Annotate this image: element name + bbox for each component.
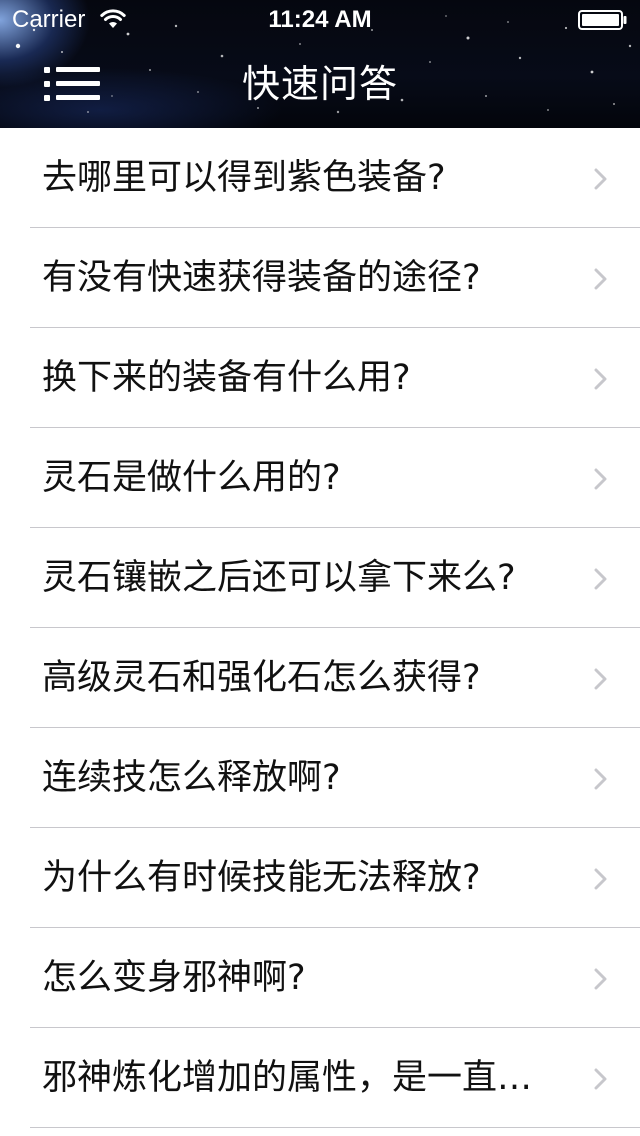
- chevron-right-icon: [594, 668, 607, 690]
- question-label: 高级灵石和强化石怎么获得?: [42, 658, 481, 698]
- question-label: 换下来的装备有什么用?: [42, 358, 411, 398]
- question-label: 为什么有时候技能无法释放?: [42, 858, 481, 898]
- header: Carrier 11:24 AM 快速问答: [0, 0, 640, 128]
- list-item[interactable]: 怎么变身邪神啊?: [0, 928, 640, 1028]
- chevron-right-icon: [594, 568, 607, 590]
- list-item[interactable]: 灵石是做什么用的?: [0, 428, 640, 528]
- page-title: 快速问答: [241, 62, 398, 106]
- quick-qa-screen: Carrier 11:24 AM 快速问答 去哪里可以得到紫色装备? 有没有快速…: [0, 0, 640, 1136]
- chevron-right-icon: [594, 968, 607, 990]
- question-label: 灵石是做什么用的?: [42, 458, 341, 498]
- list-item[interactable]: 换下来的装备有什么用?: [0, 328, 640, 428]
- chevron-right-icon: [594, 868, 607, 890]
- question-list: 去哪里可以得到紫色装备? 有没有快速获得装备的途径? 换下来的装备有什么用? 灵石是做…: [0, 128, 640, 1128]
- chevron-right-icon: [594, 268, 607, 290]
- question-label: 有没有快速获得装备的途径?: [42, 258, 481, 298]
- chevron-right-icon: [594, 368, 607, 390]
- chevron-right-icon: [594, 768, 607, 790]
- list-item[interactable]: 连续技怎么释放啊?: [0, 728, 640, 828]
- list-item[interactable]: 灵石镶嵌之后还可以拿下来么?: [0, 528, 640, 628]
- question-label: 去哪里可以得到紫色装备?: [42, 158, 446, 198]
- status-bar: Carrier 11:24 AM: [0, 0, 640, 40]
- chevron-right-icon: [594, 168, 607, 190]
- chevron-right-icon: [594, 1068, 607, 1090]
- battery-icon: [578, 10, 627, 30]
- list-item[interactable]: 为什么有时候技能无法释放?: [0, 828, 640, 928]
- list-item[interactable]: 邪神炼化增加的属性，是一直…: [0, 1028, 640, 1128]
- navigation-bar: 快速问答: [0, 40, 640, 128]
- chevron-right-icon: [594, 468, 607, 490]
- list-item[interactable]: 有没有快速获得装备的途径?: [0, 228, 640, 328]
- status-time: 11:24 AM: [268, 6, 372, 33]
- question-label: 怎么变身邪神啊?: [42, 958, 306, 998]
- question-label: 邪神炼化增加的属性，是一直…: [42, 1058, 533, 1098]
- list-item[interactable]: 高级灵石和强化石怎么获得?: [0, 628, 640, 728]
- question-label: 连续技怎么释放啊?: [42, 758, 341, 798]
- list-item[interactable]: 去哪里可以得到紫色装备?: [0, 128, 640, 228]
- question-label: 灵石镶嵌之后还可以拿下来么?: [42, 558, 516, 598]
